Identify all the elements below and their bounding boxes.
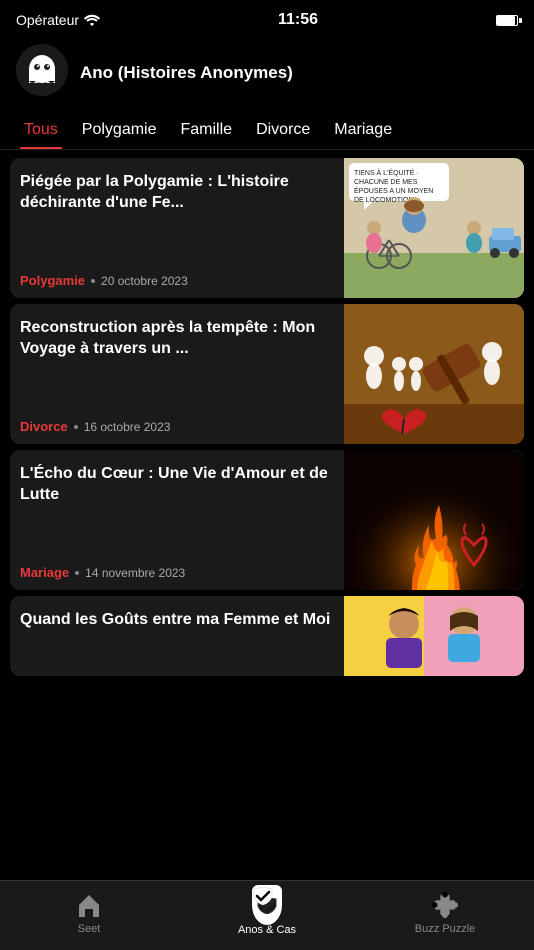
shield-check-icon: [252, 890, 282, 920]
card-image-1: TIENS À L'ÉQUITÉ · CHACUNE DE MES ÉPOUSE…: [344, 158, 524, 298]
card-title-3: L'Écho du Cœur : Une Vie d'Amour et de L…: [20, 464, 334, 506]
operator-label: Opérateur: [16, 12, 100, 28]
card-meta-2: Divorce 16 octobre 2023: [20, 419, 334, 434]
card-content-4: Quand les Goûts entre ma Femme et Moi: [10, 596, 344, 676]
card-content-2: Reconstruction après la tempête : Mon Vo…: [10, 304, 344, 444]
app-title: Ano (Histoires Anonymes): [80, 63, 293, 83]
app-header: Ano (Histoires Anonymes): [0, 36, 534, 113]
ghost-icon: [16, 44, 68, 101]
tab-mariage[interactable]: Mariage: [322, 113, 404, 149]
status-bar: Opérateur 11:56: [0, 0, 534, 36]
svg-text:TIENS À L'ÉQUITÉ ·: TIENS À L'ÉQUITÉ ·: [354, 168, 419, 177]
card-meta-3: Mariage 14 novembre 2023: [20, 565, 334, 580]
home-icon: [75, 891, 103, 919]
card-title-1: Piégée par la Polygamie : L'histoire déc…: [20, 172, 334, 214]
tab-famille[interactable]: Famille: [169, 113, 245, 149]
card-dot-2: [74, 425, 78, 429]
tab-divorce[interactable]: Divorce: [244, 113, 322, 149]
card-date-2: 16 octobre 2023: [84, 420, 171, 434]
category-tabs: Tous Polygamie Famille Divorce Mariage: [0, 113, 534, 150]
cards-list: Piégée par la Polygamie : L'histoire déc…: [0, 150, 534, 822]
nav-seet-label: Seet: [78, 923, 101, 935]
card-category-3: Mariage: [20, 565, 69, 580]
nav-buzz-puzzle[interactable]: Buzz Puzzle: [356, 891, 534, 935]
card-dot-1: [91, 279, 95, 283]
card-image-4: [344, 596, 524, 676]
card-title-2: Reconstruction après la tempête : Mon Vo…: [20, 318, 334, 360]
clock: 11:56: [278, 11, 318, 29]
nav-anos-cas-label: Anos & Cas: [238, 924, 296, 936]
card-mariage[interactable]: L'Écho du Cœur : Une Vie d'Amour et de L…: [10, 450, 524, 590]
puzzle-icon: [431, 891, 459, 919]
card-image-2: [344, 304, 524, 444]
card-category-1: Polygamie: [20, 273, 85, 288]
tab-tous[interactable]: Tous: [12, 113, 70, 149]
tab-polygamie[interactable]: Polygamie: [70, 113, 169, 149]
card-date-3: 14 novembre 2023: [85, 566, 185, 580]
card-4[interactable]: Quand les Goûts entre ma Femme et Moi: [10, 596, 524, 676]
card-dot-3: [75, 571, 79, 575]
nav-seet[interactable]: Seet: [0, 891, 178, 935]
status-right: [496, 15, 518, 26]
nav-anos-cas[interactable]: Anos & Cas: [178, 890, 356, 936]
card-content-3: L'Écho du Cœur : Une Vie d'Amour et de L…: [10, 450, 344, 590]
battery-icon: [496, 15, 518, 26]
card-date-1: 20 octobre 2023: [101, 274, 188, 288]
card-meta-1: Polygamie 20 octobre 2023: [20, 273, 334, 288]
card-polygamie[interactable]: Piégée par la Polygamie : L'histoire déc…: [10, 158, 524, 298]
wifi-icon: [84, 14, 100, 26]
svg-text:ÉPOUSES A UN MOYEN: ÉPOUSES A UN MOYEN: [354, 186, 433, 195]
nav-buzz-puzzle-label: Buzz Puzzle: [415, 923, 476, 935]
card-title-4: Quand les Goûts entre ma Femme et Moi: [20, 610, 334, 631]
card-divorce[interactable]: Reconstruction après la tempête : Mon Vo…: [10, 304, 524, 444]
bottom-nav: Seet Anos & Cas: [0, 880, 534, 950]
card-content-1: Piégée par la Polygamie : L'histoire déc…: [10, 158, 344, 298]
card-image-3: [344, 450, 524, 590]
card-category-2: Divorce: [20, 419, 68, 434]
svg-text:CHACUNE DE MES: CHACUNE DE MES: [354, 179, 418, 186]
